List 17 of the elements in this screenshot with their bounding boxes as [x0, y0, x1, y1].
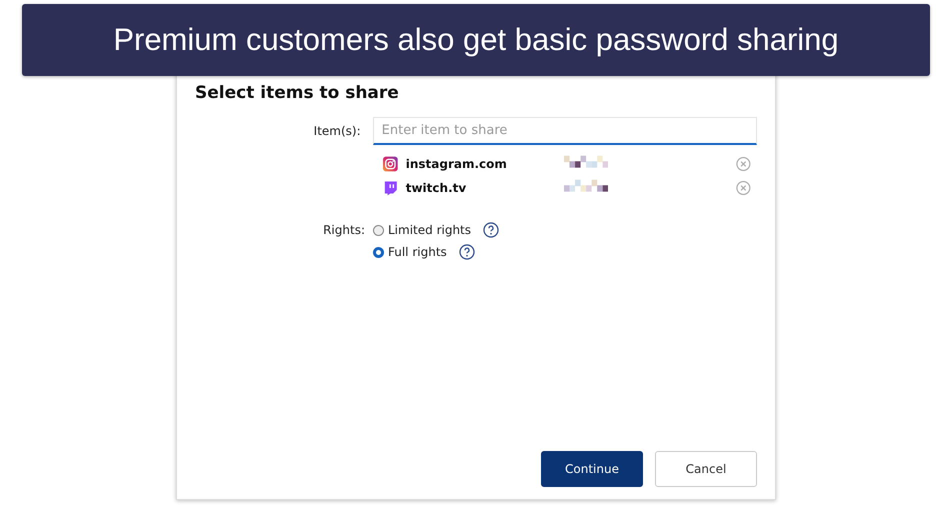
chat-bubble-icon [383, 180, 398, 196]
radio-button[interactable] [373, 246, 384, 258]
help-icon[interactable] [458, 244, 475, 260]
item-name: twitch.tv [406, 181, 468, 195]
rights-label: Rights: [322, 222, 365, 239]
camera-icon [383, 156, 398, 172]
dialog-title: Select items to share [195, 83, 400, 103]
item-name: instagram.com [406, 157, 508, 171]
banner: Premium customers also get basic password sharing [22, 4, 930, 76]
continue-button[interactable]: Continue [541, 451, 643, 487]
option-label[interactable]: Full rights [388, 245, 447, 259]
cancel-button[interactable]: Cancel [655, 451, 757, 487]
option-label[interactable]: Limited rights [388, 223, 472, 237]
help-icon[interactable] [483, 222, 500, 238]
item-input-field[interactable]: Enter item to share [372, 117, 757, 145]
radio-button[interactable] [373, 224, 384, 236]
field-label: Item(s): [312, 124, 361, 138]
